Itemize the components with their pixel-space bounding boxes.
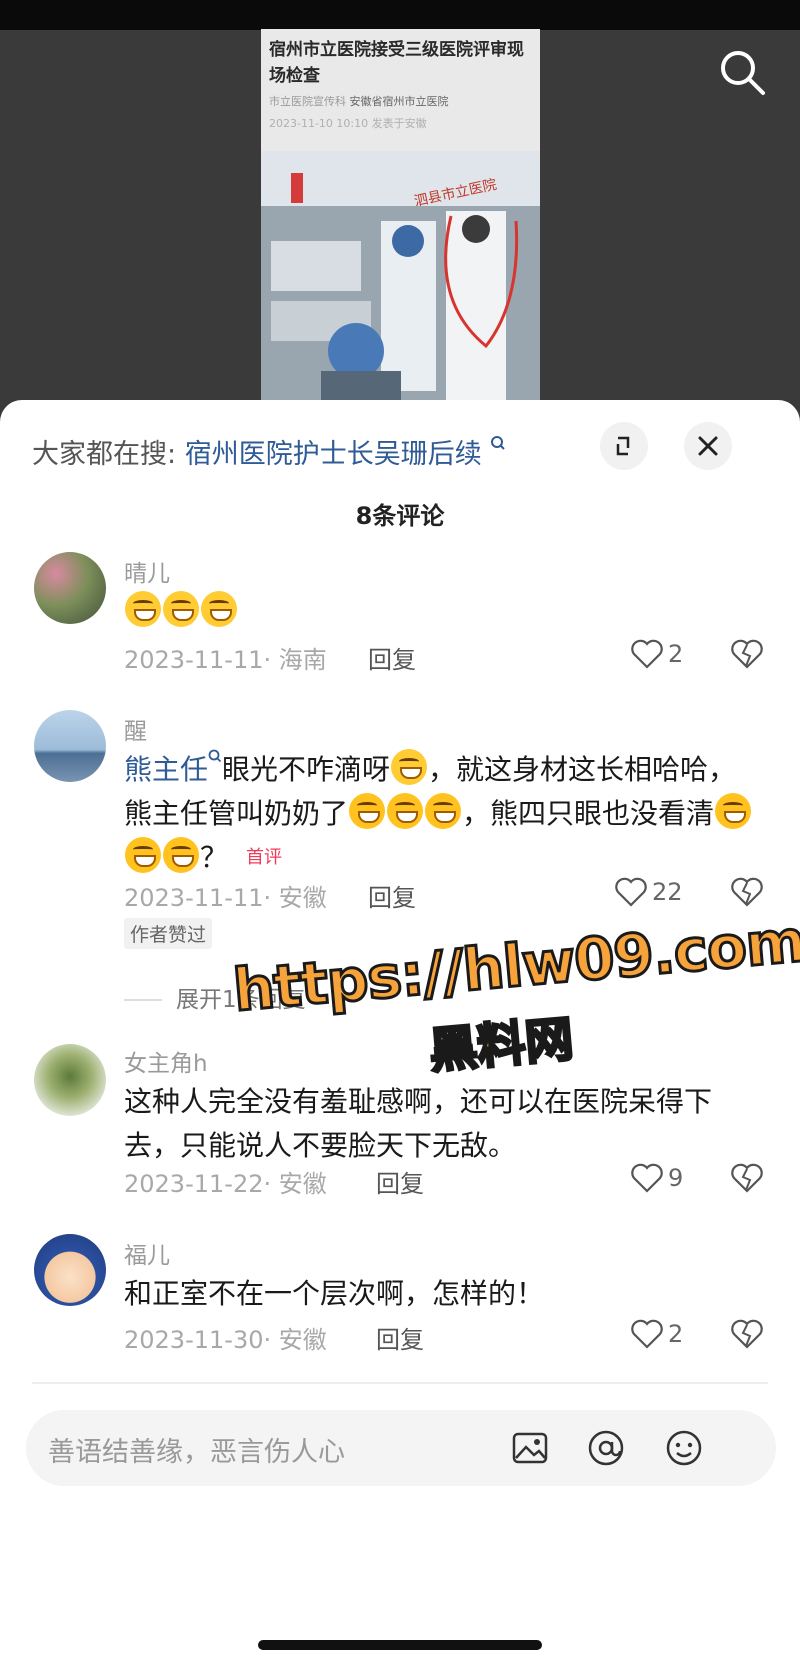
dislike-icon[interactable] bbox=[730, 1318, 764, 1350]
image-icon[interactable] bbox=[510, 1428, 550, 1468]
comment-text bbox=[124, 590, 764, 634]
video-date: 2023-11-10 10:10 发表于安徽 bbox=[269, 117, 427, 130]
search-small-icon bbox=[208, 749, 222, 763]
comment-text-part: 眼光不咋滴呀 bbox=[222, 753, 391, 786]
fullscreen-button[interactable] bbox=[600, 422, 648, 470]
comment-text-part: ？ bbox=[200, 841, 229, 874]
close-icon bbox=[698, 436, 718, 456]
avatar[interactable] bbox=[34, 552, 106, 624]
video-source: 市立医院宣传科 安徽省宿州市立医院 bbox=[269, 93, 449, 109]
hot-search-prefix: 大家都在搜: bbox=[32, 439, 177, 470]
like-count: 2 bbox=[668, 640, 684, 668]
video-title: 宿州市立医院接受三级医院评审现场检查 bbox=[269, 40, 524, 86]
grin-emoji bbox=[201, 591, 237, 627]
laugh-cry-emoji bbox=[715, 793, 752, 829]
comment-meta: 2023-11-30· 安徽 bbox=[124, 1326, 327, 1354]
comment-user[interactable]: 福儿 bbox=[124, 1236, 170, 1270]
comment-text: 这种人完全没有羞耻感啊，还可以在医院呆得下去，只能说人不要脸天下无敌。 bbox=[124, 1085, 713, 1162]
reply-button[interactable]: 回复 bbox=[368, 640, 416, 675]
avatar[interactable] bbox=[34, 710, 106, 782]
comment-user[interactable]: 晴儿 bbox=[124, 554, 170, 588]
laugh-cry-emoji bbox=[425, 793, 462, 829]
avatar[interactable] bbox=[34, 1044, 106, 1116]
hot-search-link[interactable]: 宿州医院护士长吴珊后续 bbox=[185, 439, 482, 470]
mention-link[interactable]: 熊主任 bbox=[124, 753, 208, 786]
search-button[interactable] bbox=[716, 46, 770, 100]
like-count: 22 bbox=[652, 878, 683, 906]
comment-text-part: ，熊四只眼也没看清 bbox=[462, 797, 715, 830]
watermark-site: 黑料网 bbox=[426, 1010, 577, 1081]
status-bar bbox=[0, 0, 800, 30]
dislike-icon[interactable] bbox=[730, 876, 764, 908]
home-indicator bbox=[258, 1640, 542, 1650]
first-comment-badge: 首评 bbox=[246, 847, 283, 868]
heart-icon[interactable] bbox=[630, 638, 664, 670]
comment-input[interactable]: 善语结善缘，恶言伤人心 bbox=[26, 1410, 776, 1486]
video-source-name: 市立医院宣传科 bbox=[269, 95, 346, 108]
laugh-cry-emoji bbox=[125, 837, 161, 873]
laugh-cry-emoji bbox=[387, 793, 424, 829]
heart-icon[interactable] bbox=[614, 876, 648, 908]
dislike-icon[interactable] bbox=[730, 638, 764, 670]
fullscreen-icon bbox=[616, 436, 630, 456]
at-icon[interactable] bbox=[586, 1428, 626, 1468]
search-icon bbox=[721, 51, 765, 95]
hot-search[interactable]: 大家都在搜: 宿州医院护士长吴珊后续 bbox=[32, 432, 506, 471]
comment-text: 熊主任 眼光不咋滴呀 ，就这身材这长相哈哈，熊主任管叫奶奶了 ，熊四只眼也没看清？ 首评 bbox=[124, 748, 764, 880]
reply-button[interactable]: 回复 bbox=[376, 1164, 424, 1199]
comment-text: 和正室不在一个层次啊，怎样的！ bbox=[124, 1277, 545, 1310]
comment-meta: 2023-11-22· 安徽 bbox=[124, 1170, 327, 1198]
divider-line bbox=[124, 999, 162, 1001]
grin-emoji bbox=[163, 591, 199, 627]
author-liked-badge: 作者赞过 bbox=[124, 918, 213, 949]
video-preview[interactable]: 宿州市立医院接受三级医院评审现场检查 市立医院宣传科 安徽省宿州市立医院 202… bbox=[261, 29, 540, 420]
reply-button[interactable]: 回复 bbox=[368, 878, 416, 913]
reply-button[interactable]: 回复 bbox=[376, 1320, 424, 1355]
divider bbox=[32, 1382, 768, 1384]
grin-emoji bbox=[391, 749, 428, 785]
avatar[interactable] bbox=[34, 1234, 106, 1306]
like-count: 9 bbox=[668, 1164, 684, 1192]
comment-meta: 2023-11-11· 安徽 bbox=[124, 884, 327, 912]
video-department: 安徽省宿州市立医院 bbox=[349, 95, 449, 108]
dislike-icon[interactable] bbox=[730, 1162, 764, 1194]
video-photo: 泗县市立医院 bbox=[261, 151, 540, 420]
comment-user[interactable]: 女主角h bbox=[124, 1044, 208, 1078]
heart-icon[interactable] bbox=[630, 1162, 664, 1194]
close-button[interactable] bbox=[684, 422, 732, 470]
heart-icon[interactable] bbox=[630, 1318, 664, 1350]
comment-count: 8条评论 bbox=[355, 502, 445, 530]
comment-user[interactable]: 醒 bbox=[124, 712, 147, 746]
grin-emoji bbox=[125, 591, 161, 627]
like-count: 2 bbox=[668, 1320, 684, 1348]
emoji-icon[interactable] bbox=[664, 1428, 704, 1468]
comment-input-placeholder: 善语结善缘，恶言伤人心 bbox=[48, 1437, 345, 1468]
laugh-cry-emoji bbox=[349, 793, 386, 829]
laugh-cry-emoji bbox=[163, 837, 199, 873]
search-small-icon bbox=[491, 436, 506, 450]
comment-meta: 2023-11-11· 海南 bbox=[124, 646, 327, 674]
